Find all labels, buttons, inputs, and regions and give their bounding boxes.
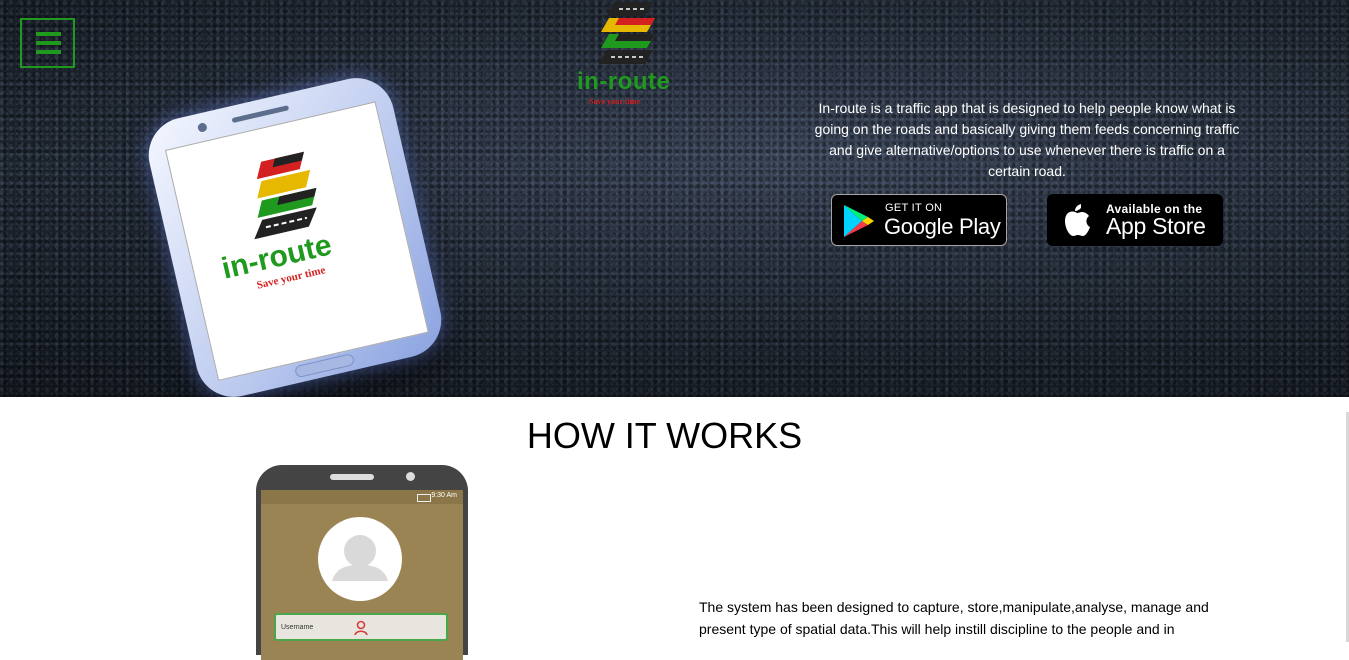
phone-camera: [196, 122, 208, 133]
how-it-works-phone-image: 9:30 Am Username: [256, 465, 468, 660]
logo-tagline: Save your time: [589, 97, 640, 106]
hamburger-menu-icon[interactable]: [20, 18, 75, 68]
road-logo-icon: [254, 151, 317, 240]
phone-speaker: [330, 474, 374, 480]
how-it-works-text: The system has been designed to capture,…: [699, 599, 1209, 637]
logo-brand-text: in-route: [577, 68, 671, 95]
app-store-button[interactable]: Available on the App Store: [1047, 194, 1223, 246]
avatar: [318, 517, 402, 601]
phone-time: 9:30 Am: [431, 492, 457, 499]
battery-icon: [417, 494, 431, 502]
user-silhouette-icon: [332, 535, 388, 581]
site-logo[interactable]: in-route Save your time: [575, 0, 685, 108]
phone-camera: [406, 472, 415, 481]
google-play-big-label: Google Play: [884, 214, 1001, 239]
google-play-icon: [844, 205, 874, 237]
username-label: Username: [281, 624, 314, 631]
hero-description: In-route is a traffic app that is design…: [814, 100, 1240, 179]
phone-screen: 9:30 Am Username: [261, 490, 463, 660]
apple-icon: [1065, 204, 1090, 236]
hero-phone-image: in-route Save your time: [141, 70, 449, 397]
person-icon: [354, 620, 368, 636]
phone-status-bar: 9:30 Am: [261, 490, 463, 504]
app-store-big-label: App Store: [1106, 213, 1206, 239]
road-logo-icon: [599, 2, 655, 64]
section-title: HOW IT WORKS: [526, 415, 803, 456]
google-play-small-label: GET IT ON: [885, 202, 943, 214]
phone-screen: in-route Save your time: [164, 101, 429, 381]
hero-banner: in-route Save your time in-route Save yo…: [0, 0, 1349, 397]
username-field: Username: [274, 613, 448, 641]
phone-speaker: [231, 105, 290, 124]
google-play-button[interactable]: GET IT ON Google Play: [831, 194, 1007, 246]
